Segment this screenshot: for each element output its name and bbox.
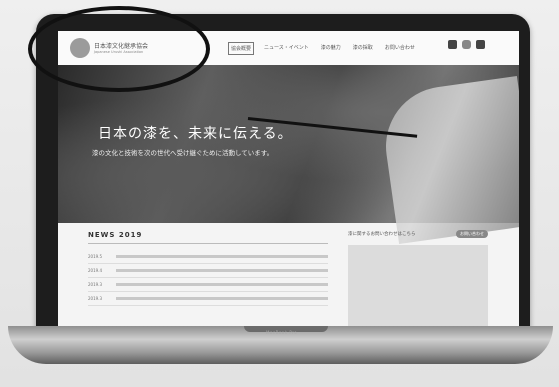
contact-button[interactable]: お問い合わせ [456,230,488,238]
hero-title: 日本の漆を、未来に伝える。 [98,126,293,142]
highlight-circle [28,6,210,92]
news-date: 2019.3 [88,296,102,301]
news-divider [88,243,328,244]
main-nav: 協会概要 ニュース・イベント 漆の魅力 漆の採取 お問い合わせ [228,42,417,55]
news-row[interactable]: 2019.5 [88,250,328,264]
news-headline[interactable] [116,269,328,272]
facebook-icon[interactable] [448,40,457,49]
news-title: NEWS 2019 [88,231,143,239]
sidebar: 漆に関するお問い合わせはこちら お問い合わせ [348,230,488,327]
twitter-icon[interactable] [476,40,485,49]
nav-item-charm[interactable]: 漆の魅力 [319,42,343,55]
hero-subtitle: 漆の文化と技術を次の世代へ受け継ぐために活動しています。 [92,149,274,157]
news-date: 2019.3 [88,282,102,287]
hero-hand-image [378,75,519,245]
nav-item-contact[interactable]: お問い合わせ [383,42,417,55]
news-headline[interactable] [116,255,328,258]
news-date: 2019.5 [88,254,102,259]
nav-item-harvest[interactable]: 漆の採取 [351,42,375,55]
news-row[interactable]: 2019.3 [88,278,328,292]
device-label: MacBook Pro [266,330,298,335]
sidebar-panel [348,245,488,327]
instagram-icon[interactable] [462,40,471,49]
news-row[interactable]: 2019.4 [88,264,328,278]
news-headline[interactable] [116,297,328,300]
nav-item-about[interactable]: 協会概要 [228,42,255,55]
news-row[interactable]: 2019.3 [88,292,328,306]
news-date: 2019.4 [88,268,102,273]
news-headline[interactable] [116,283,328,286]
social-links [448,40,485,49]
nav-item-news[interactable]: ニュース・イベント [262,42,311,55]
news-section: NEWS 2019 2019.5 2019.4 2019.3 2019.3 [88,231,328,306]
background: 日本漆文化継承協会 Japanese Urushi Association 協会… [0,0,559,387]
